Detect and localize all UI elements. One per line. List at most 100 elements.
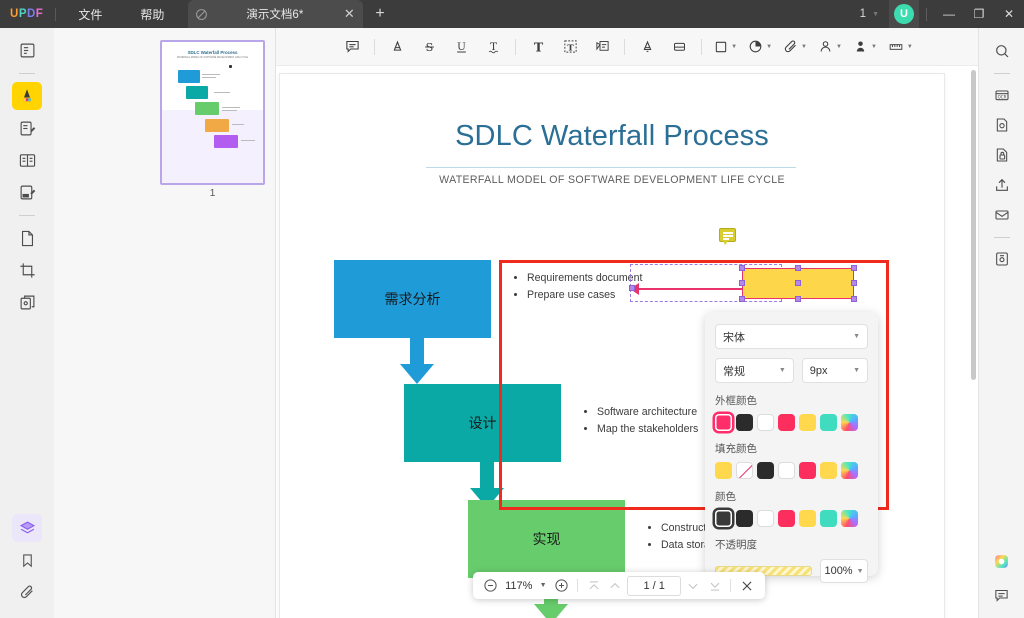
fill-swatch-5[interactable] xyxy=(820,462,837,479)
border-swatch-5[interactable] xyxy=(820,414,837,431)
chevron-down-icon: ▼ xyxy=(731,43,738,50)
stage-box-1[interactable]: 需求分析 xyxy=(334,260,491,338)
zoom-dropdown-icon[interactable]: ▼ xyxy=(537,575,550,597)
vertical-scrollbar[interactable] xyxy=(971,70,976,380)
border-swatch-4[interactable] xyxy=(799,414,816,431)
sidebar-item-bookmark[interactable] xyxy=(12,546,42,574)
sidebar-item-edit[interactable] xyxy=(12,178,42,206)
right-protect[interactable] xyxy=(988,142,1016,168)
prev-page-button[interactable] xyxy=(606,575,626,597)
fill-swatch-0[interactable] xyxy=(715,462,732,479)
color-swatch-custom[interactable] xyxy=(841,510,858,527)
tab-close-icon[interactable]: ✕ xyxy=(341,6,357,22)
resize-handle-mr[interactable] xyxy=(851,280,857,286)
sidebar-item-annotate[interactable] xyxy=(12,114,42,142)
font-weight-select[interactable]: 常规 ▼ xyxy=(715,358,794,383)
color-swatch-0[interactable] xyxy=(715,510,732,527)
sidebar-item-thumbnails[interactable] xyxy=(12,36,42,64)
zoom-in-button[interactable] xyxy=(551,575,571,597)
resize-handle-tc[interactable] xyxy=(795,265,801,271)
minimize-button[interactable]: — xyxy=(934,0,964,28)
resize-handle-bc[interactable] xyxy=(795,296,801,302)
sticky-note-icon[interactable] xyxy=(719,228,736,242)
fill-swatch-none[interactable] xyxy=(736,462,753,479)
menu-file[interactable]: 文件 xyxy=(68,3,112,26)
fill-swatch-2[interactable] xyxy=(757,462,774,479)
page-indicator[interactable]: 1 / 1 xyxy=(627,575,682,596)
document-tab[interactable]: 演示文档6* ✕ xyxy=(188,0,364,28)
tool-pen[interactable] xyxy=(634,34,660,60)
border-swatch-3[interactable] xyxy=(778,414,795,431)
tool-strikethrough[interactable]: S xyxy=(416,34,442,60)
tool-stamp[interactable]: ▼ xyxy=(850,34,879,60)
right-share[interactable] xyxy=(988,172,1016,198)
tool-shapes[interactable]: ▼ xyxy=(711,34,739,60)
right-compress[interactable] xyxy=(988,246,1016,272)
right-convert[interactable] xyxy=(988,112,1016,138)
border-swatch-1[interactable] xyxy=(736,414,753,431)
right-ai-assistant[interactable] xyxy=(988,548,1016,574)
tool-textbox[interactable]: T xyxy=(557,34,583,60)
tool-attachment[interactable]: ▼ xyxy=(780,34,809,60)
sidebar-item-organize[interactable] xyxy=(12,288,42,316)
color-swatch-3[interactable] xyxy=(778,510,795,527)
tool-signature[interactable]: ▼ xyxy=(815,34,844,60)
resize-handle-tr[interactable] xyxy=(851,265,857,271)
stage-box-3[interactable]: 实现 xyxy=(468,500,625,578)
close-button[interactable]: ✕ xyxy=(994,0,1024,28)
tool-underline[interactable]: U xyxy=(448,34,474,60)
resize-handle-mc[interactable] xyxy=(795,280,801,286)
resize-handle-tl[interactable] xyxy=(739,265,745,271)
close-navbar-button[interactable] xyxy=(737,575,757,597)
tool-callout[interactable] xyxy=(589,34,615,60)
zoom-out-button[interactable] xyxy=(481,575,501,597)
fill-swatch-custom[interactable] xyxy=(841,462,858,479)
border-swatch-0[interactable] xyxy=(715,414,732,431)
border-swatch-custom[interactable] xyxy=(841,414,858,431)
sidebar-item-ai[interactable] xyxy=(12,514,42,542)
tool-text[interactable]: T xyxy=(525,34,551,60)
font-size-select[interactable]: 9px ▼ xyxy=(801,358,868,383)
sidebar-item-page[interactable] xyxy=(12,224,42,252)
fill-swatch-3[interactable] xyxy=(778,462,795,479)
opacity-value: 100% xyxy=(824,565,853,577)
border-swatch-2[interactable] xyxy=(757,414,774,431)
resize-handle-br[interactable] xyxy=(851,296,857,302)
tool-squiggly[interactable]: T xyxy=(480,34,506,60)
new-tab-button[interactable]: + xyxy=(375,5,384,23)
tool-highlight[interactable] xyxy=(384,34,410,60)
menu-help[interactable]: 帮助 xyxy=(130,3,174,26)
fill-swatch-4[interactable] xyxy=(799,462,816,479)
sidebar-item-crop[interactable] xyxy=(12,256,42,284)
next-page-button[interactable] xyxy=(683,575,703,597)
color-swatches xyxy=(715,510,868,527)
color-swatch-1[interactable] xyxy=(736,510,753,527)
color-swatch-4[interactable] xyxy=(799,510,816,527)
sidebar-item-read[interactable] xyxy=(12,146,42,174)
tab-count[interactable]: 1 ▼ xyxy=(860,8,879,20)
zoom-level[interactable]: 117% xyxy=(503,580,535,592)
sidebar-item-attachment[interactable] xyxy=(12,578,42,606)
last-page-button[interactable] xyxy=(705,575,725,597)
sidebar-item-highlight[interactable] xyxy=(12,82,42,110)
color-swatch-2[interactable] xyxy=(757,510,774,527)
tool-eraser[interactable] xyxy=(666,34,692,60)
opacity-value-select[interactable]: 100% ▼ xyxy=(820,559,868,583)
chevron-down-icon: ▼ xyxy=(906,43,913,50)
font-family-select[interactable]: 宋体 ▼ xyxy=(715,324,868,349)
resize-handle-bl[interactable] xyxy=(739,296,745,302)
right-comment[interactable] xyxy=(988,582,1016,608)
resize-handle-ml[interactable] xyxy=(739,280,745,286)
right-search[interactable] xyxy=(988,38,1016,64)
tool-note[interactable] xyxy=(339,34,365,60)
restore-button[interactable]: ❐ xyxy=(964,0,994,28)
resize-handle-left[interactable] xyxy=(629,285,635,291)
right-mail[interactable] xyxy=(988,202,1016,228)
first-page-button[interactable] xyxy=(584,575,604,597)
tool-pie-shape[interactable]: ▼ xyxy=(745,34,774,60)
color-swatch-5[interactable] xyxy=(820,510,837,527)
right-ocr[interactable]: OCR xyxy=(988,82,1016,108)
account-button[interactable]: U xyxy=(889,0,919,28)
tool-measure[interactable]: ▼ xyxy=(885,34,915,60)
page-thumbnail[interactable]: SDLC Waterfall Process WATERFALL MODEL O… xyxy=(160,40,265,185)
